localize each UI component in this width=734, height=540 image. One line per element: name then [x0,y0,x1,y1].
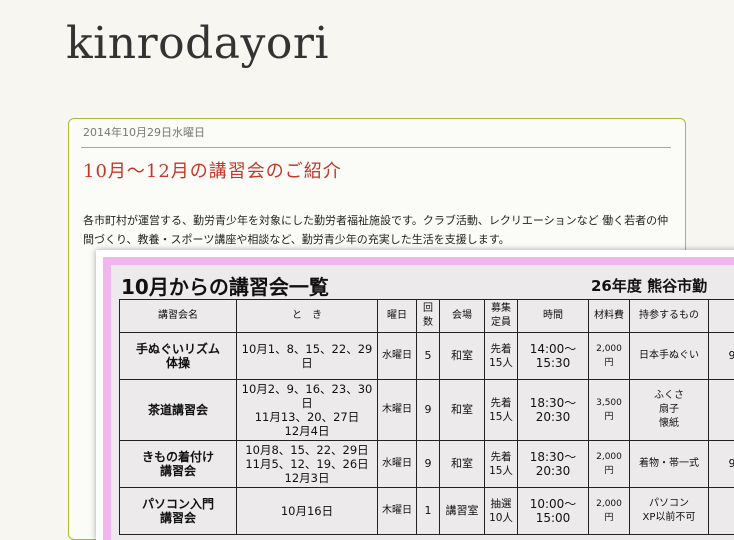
col-header-fee: 材料費 [589,300,630,333]
scanned-flyer-image[interactable]: 10月からの講習会一覧 26年度 熊谷市勤 講習会名 と き 曜日 回数 会場 … [96,250,734,540]
table-row: パソコン入門 講習会 10月16日 木曜日 1 講習室 抽選 10人 10:00… [120,488,734,535]
cell-capacity: 先着 15人 [485,441,518,488]
cell-extra: 9 [709,333,734,380]
col-header-time: 時間 [518,300,589,333]
flyer-year-label: 26年度 熊谷市勤 [591,275,707,296]
cell-fee: 2,000円 [589,441,630,488]
cell-count: 9 [417,441,440,488]
flyer-paper: 10月からの講習会一覧 26年度 熊谷市勤 講習会名 と き 曜日 回数 会場 … [111,265,734,540]
cell-extra [709,488,734,535]
cell-items: ふくさ 扇子 懐紙 [630,380,709,441]
cell-place: 講習室 [440,488,485,535]
cell-count: 9 [417,380,440,441]
cell-fee: 2,000円 [589,333,630,380]
table-header-row: 講習会名 と き 曜日 回数 会場 募集 定員 時間 材料費 持参するもの [120,300,734,333]
post-title[interactable]: 10月～12月の講習会のご紹介 [83,157,342,183]
cell-capacity: 先着 15人 [485,333,518,380]
cell-count: 5 [417,333,440,380]
cell-time: 18:30～ 20:30 [518,380,589,441]
cell-place: 和室 [440,380,485,441]
col-header-day: 曜日 [378,300,417,333]
blog-title[interactable]: kinrodayori [66,18,329,69]
divider [81,147,671,148]
flyer-border: 10月からの講習会一覧 26年度 熊谷市勤 講習会名 と き 曜日 回数 会場 … [103,257,734,540]
cell-time: 10:00～ 15:00 [518,488,589,535]
cell-fee: 2,000円 [589,488,630,535]
cell-time: 18:30～ 20:30 [518,441,589,488]
table-row: 手ぬぐいリズム 体操 10月1、8、15、22、29 日 水曜日 5 和室 先着… [120,333,734,380]
col-header-capacity: 募集 定員 [485,300,518,333]
cell-items: 着物・帯一式 [630,441,709,488]
post-body: 各市町村が運営する、勤労青少年を対象にした勤労者福祉施設です。クラブ活動、レクリ… [83,211,673,249]
post-date: 2014年10月29日水曜日 [83,124,205,140]
cell-dates: 10月16日 [237,488,378,535]
cell-items: パソコン XP以前不可 [630,488,709,535]
cell-place: 和室 [440,441,485,488]
cell-dates: 10月1、8、15、22、29 日 [237,333,378,380]
cell-items: 日本手ぬぐい [630,333,709,380]
cell-capacity: 先着 15人 [485,380,518,441]
cell-time: 14:00～ 15:30 [518,333,589,380]
col-header-name: 講習会名 [120,300,237,333]
cell-fee: 3,500円 [589,380,630,441]
schedule-table: 講習会名 と き 曜日 回数 会場 募集 定員 時間 材料費 持参するもの 手 [119,299,734,535]
col-header-extra [709,300,734,333]
cell-name: きもの着付け 講習会 [120,441,237,488]
table-row: 茶道講習会 10月2、9、16、23、30日 11月13、20、27日 12月4… [120,380,734,441]
col-header-items: 持参するもの [630,300,709,333]
cell-place: 和室 [440,333,485,380]
cell-extra: 9 [709,441,734,488]
cell-extra [709,380,734,441]
cell-name: 茶道講習会 [120,380,237,441]
cell-day: 水曜日 [378,333,417,380]
col-header-dates: と き [237,300,378,333]
col-header-place: 会場 [440,300,485,333]
cell-capacity: 抽選 10人 [485,488,518,535]
cell-day: 木曜日 [378,488,417,535]
cell-dates: 10月2、9、16、23、30日 11月13、20、27日 12月4日 [237,380,378,441]
col-header-count: 回数 [417,300,440,333]
cell-day: 木曜日 [378,380,417,441]
cell-dates: 10月8、15、22、29日 11月5、12、19、26日 12月3日 [237,441,378,488]
cell-name: パソコン入門 講習会 [120,488,237,535]
cell-day: 水曜日 [378,441,417,488]
cell-count: 1 [417,488,440,535]
cell-name: 手ぬぐいリズム 体操 [120,333,237,380]
table-row: きもの着付け 講習会 10月8、15、22、29日 11月5、12、19、26日… [120,441,734,488]
flyer-heading: 10月からの講習会一覧 [121,271,329,300]
